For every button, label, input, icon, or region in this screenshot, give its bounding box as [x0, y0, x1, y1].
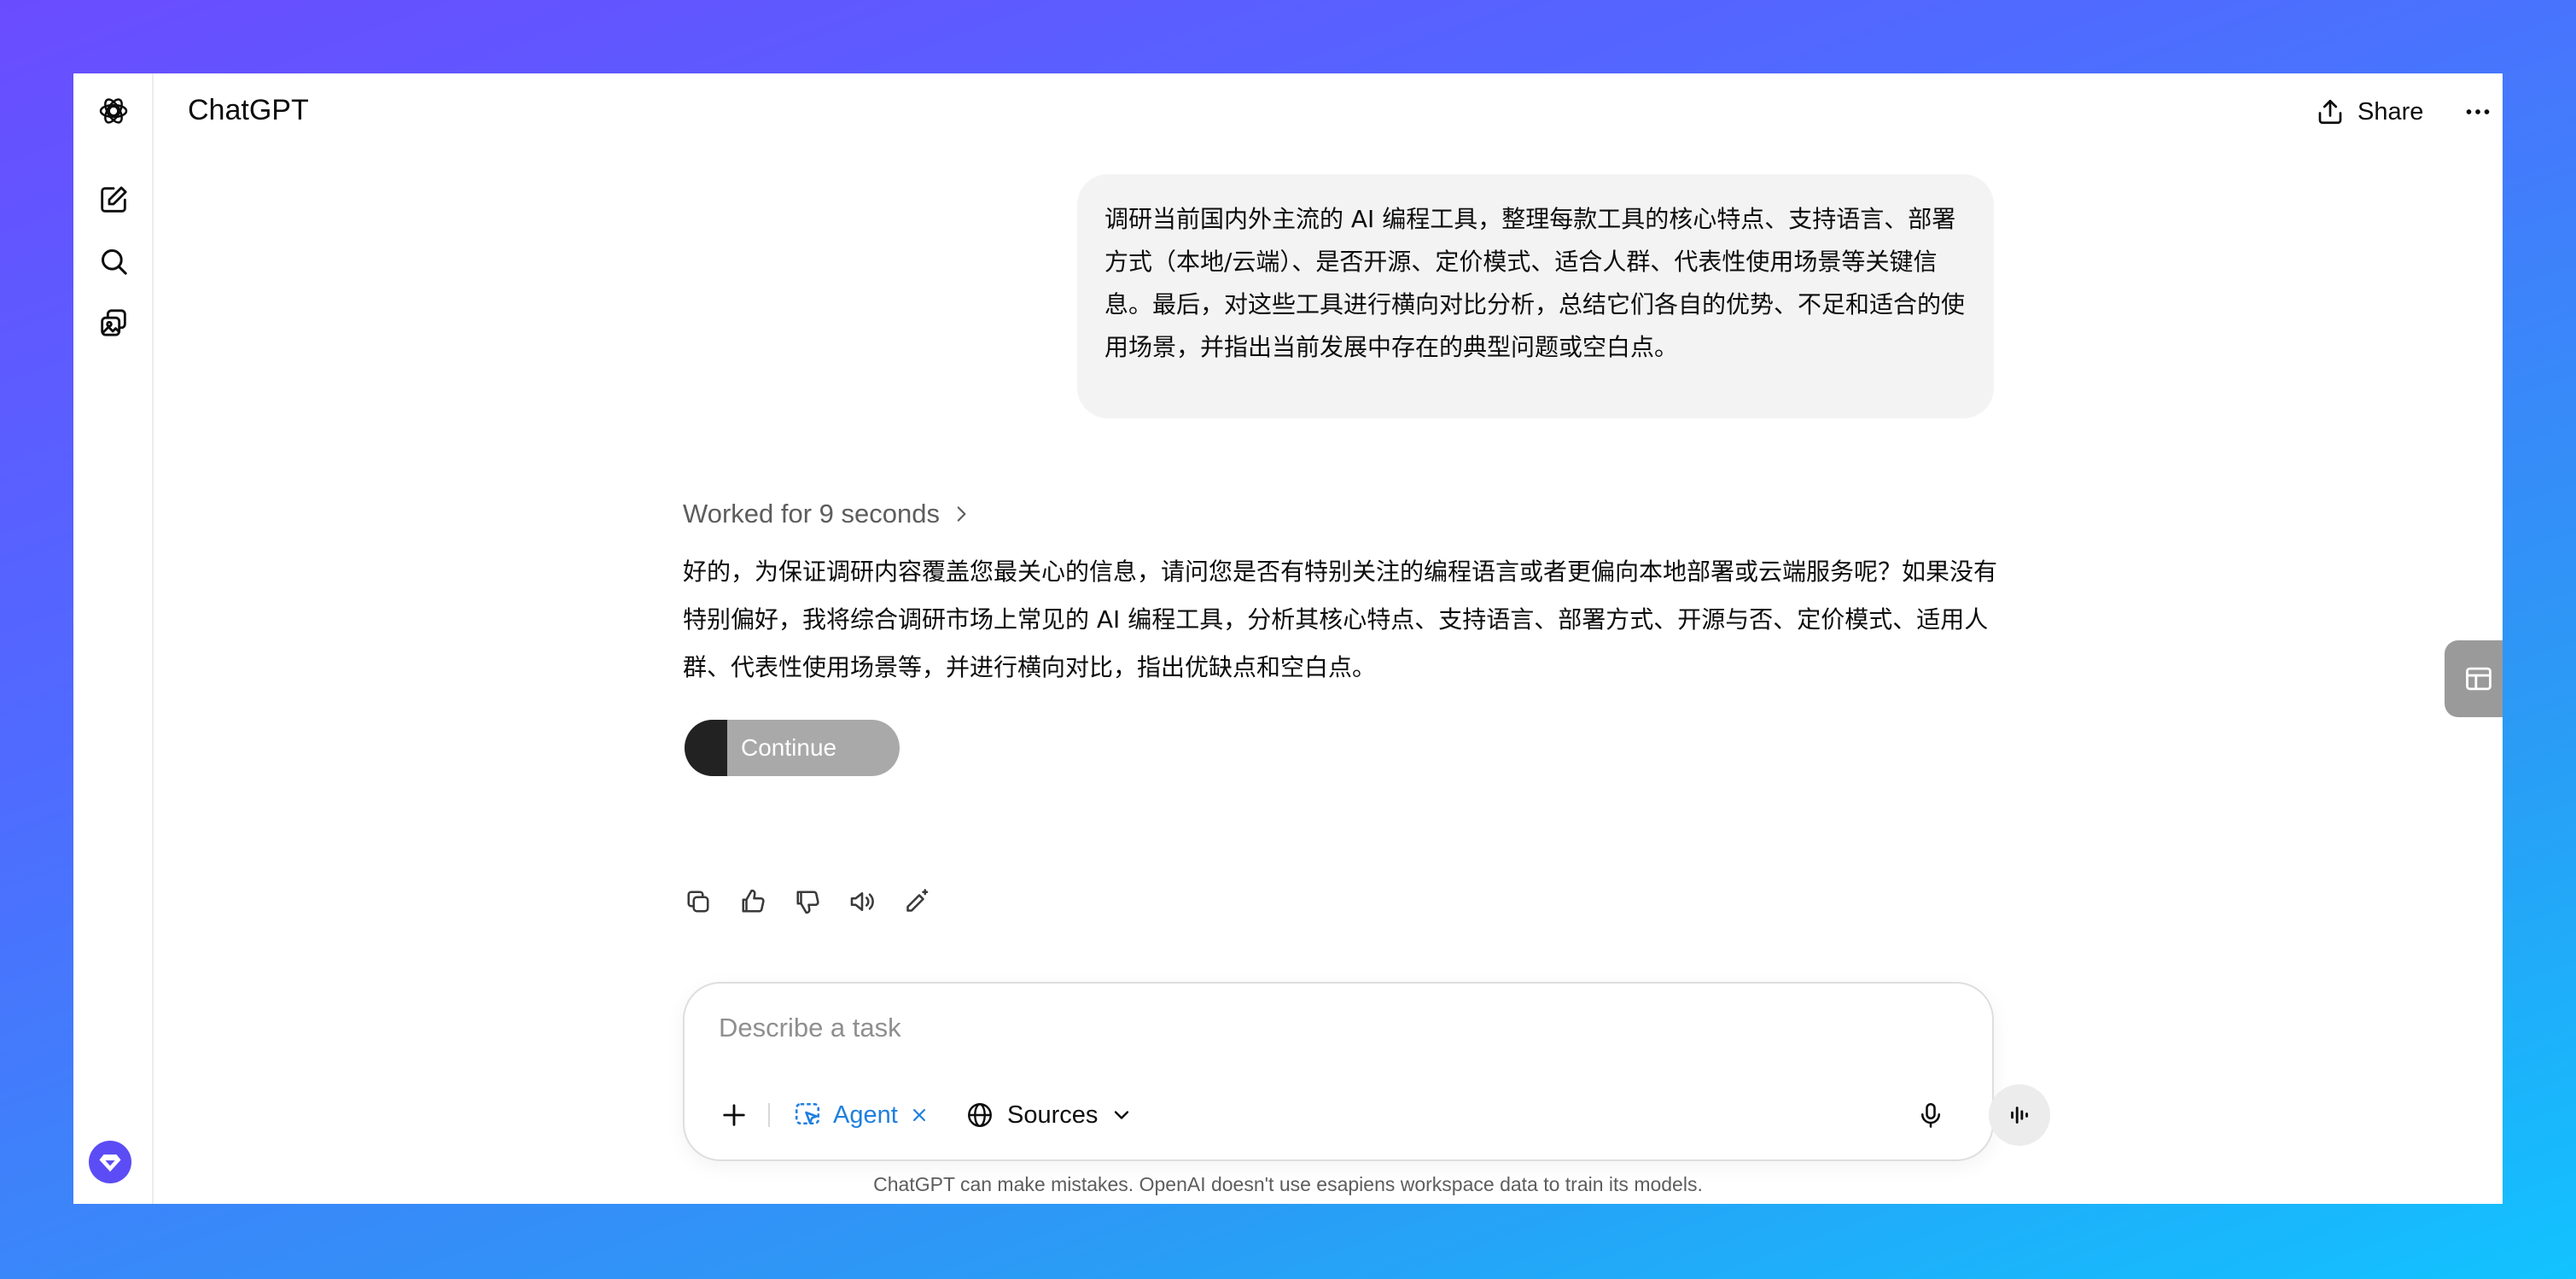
sidebar	[73, 73, 154, 1204]
continue-progress	[685, 720, 727, 776]
panel-layout-icon	[2466, 667, 2491, 691]
globe-icon	[968, 1103, 992, 1127]
continue-button[interactable]: Continue	[685, 720, 900, 776]
agent-label: Agent	[833, 1101, 898, 1129]
thumbs-up-icon[interactable]	[736, 885, 770, 919]
page-title: ChatGPT	[188, 94, 309, 126]
composer-divider	[768, 1103, 770, 1127]
more-options-button[interactable]	[2458, 92, 2497, 131]
share-button[interactable]: Share	[2315, 91, 2423, 133]
message-actions	[681, 885, 934, 919]
add-attachment-button[interactable]	[714, 1095, 755, 1136]
close-icon[interactable]	[908, 1104, 930, 1126]
voice-waveform-icon	[2011, 1107, 2028, 1124]
library-icon[interactable]	[93, 302, 134, 343]
dictate-button[interactable]	[1910, 1095, 1951, 1136]
footer-disclaimer: ChatGPT can make mistakes. OpenAI doesn'…	[873, 1173, 1703, 1195]
plus-icon	[723, 1104, 745, 1126]
task-input[interactable]	[719, 1002, 1914, 1054]
new-chat-icon[interactable]	[93, 179, 134, 220]
share-icon	[2318, 99, 2342, 125]
chevron-down-icon	[1115, 1111, 1129, 1119]
read-aloud-icon[interactable]	[845, 885, 879, 919]
side-panel-toggle[interactable]	[2445, 640, 2503, 717]
agent-chip[interactable]: Agent	[792, 1096, 930, 1134]
voice-mode-button[interactable]	[1989, 1084, 2050, 1146]
agent-icon	[795, 1102, 820, 1125]
openai-logo-icon[interactable]	[93, 91, 134, 131]
sources-dropdown[interactable]: Sources	[965, 1096, 1134, 1134]
composer: Agent Sources	[683, 982, 2050, 1161]
worked-label: Worked for 9 seconds	[683, 499, 940, 529]
edit-sparkle-icon[interactable]	[900, 885, 934, 919]
continue-label: Continue	[741, 734, 837, 761]
more-horizontal-icon	[2466, 109, 2490, 114]
chat-window: ChatGPT Share 调研当前国内外主流的 AI 编程工具，整理每款工具的…	[73, 73, 2503, 1204]
sources-label: Sources	[1007, 1101, 1099, 1129]
share-label: Share	[2357, 97, 2424, 126]
copy-icon[interactable]	[681, 885, 715, 919]
search-icon[interactable]	[93, 241, 134, 282]
assistant-message: 好的，为保证调研内容覆盖您最关心的信息，请问您是否有特别关注的编程语言或者更偏向…	[683, 558, 1998, 681]
chevron-right-icon	[957, 506, 966, 522]
user-message: 调研当前国内外主流的 AI 编程工具，整理每款工具的核心特点、支持语言、部署方式…	[1077, 174, 1994, 418]
thumbs-down-icon[interactable]	[790, 885, 825, 919]
worked-summary[interactable]: Worked for 9 seconds	[683, 499, 972, 529]
microphone-icon	[1920, 1102, 1941, 1128]
